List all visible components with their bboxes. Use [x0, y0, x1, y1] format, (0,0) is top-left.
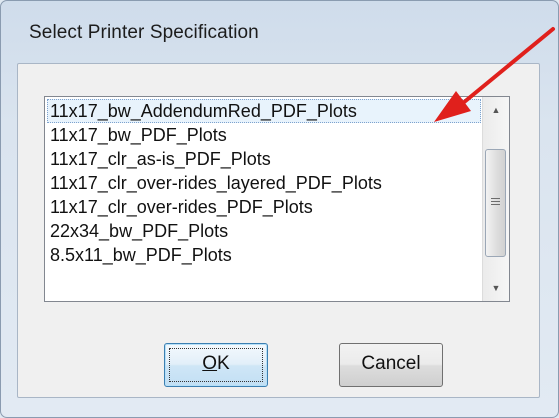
grip-icon — [491, 198, 500, 207]
ok-button[interactable]: OK — [164, 343, 268, 387]
dialog-title: Select Printer Specification — [29, 22, 259, 43]
scroll-up-icon[interactable]: ▲ — [485, 99, 507, 121]
list-item[interactable]: 8.5x11_bw_PDF_Plots — [47, 243, 481, 267]
list-item[interactable]: 11x17_bw_AddendumRed_PDF_Plots — [47, 99, 481, 123]
dialog-client-area: 11x17_bw_AddendumRed_PDF_Plots 11x17_bw_… — [17, 63, 540, 398]
list-item[interactable]: 11x17_clr_over-rides_layered_PDF_Plots — [47, 171, 481, 195]
cancel-button[interactable]: Cancel — [339, 343, 443, 387]
list-item[interactable]: 11x17_bw_PDF_Plots — [47, 123, 481, 147]
scroll-thumb[interactable] — [485, 149, 506, 257]
printer-spec-listbox[interactable]: 11x17_bw_AddendumRed_PDF_Plots 11x17_bw_… — [44, 96, 510, 302]
list-item[interactable]: 11x17_clr_as-is_PDF_Plots — [47, 147, 481, 171]
listbox-items: 11x17_bw_AddendumRed_PDF_Plots 11x17_bw_… — [47, 99, 481, 267]
scroll-down-icon[interactable]: ▼ — [485, 277, 507, 299]
focus-rectangle — [169, 348, 263, 382]
vertical-scrollbar[interactable]: ▲ ▼ — [482, 97, 509, 301]
dialog-window: Select Printer Specification 11x17_bw_Ad… — [0, 0, 559, 418]
list-item[interactable]: 22x34_bw_PDF_Plots — [47, 219, 481, 243]
list-item[interactable]: 11x17_clr_over-rides_PDF_Plots — [47, 195, 481, 219]
